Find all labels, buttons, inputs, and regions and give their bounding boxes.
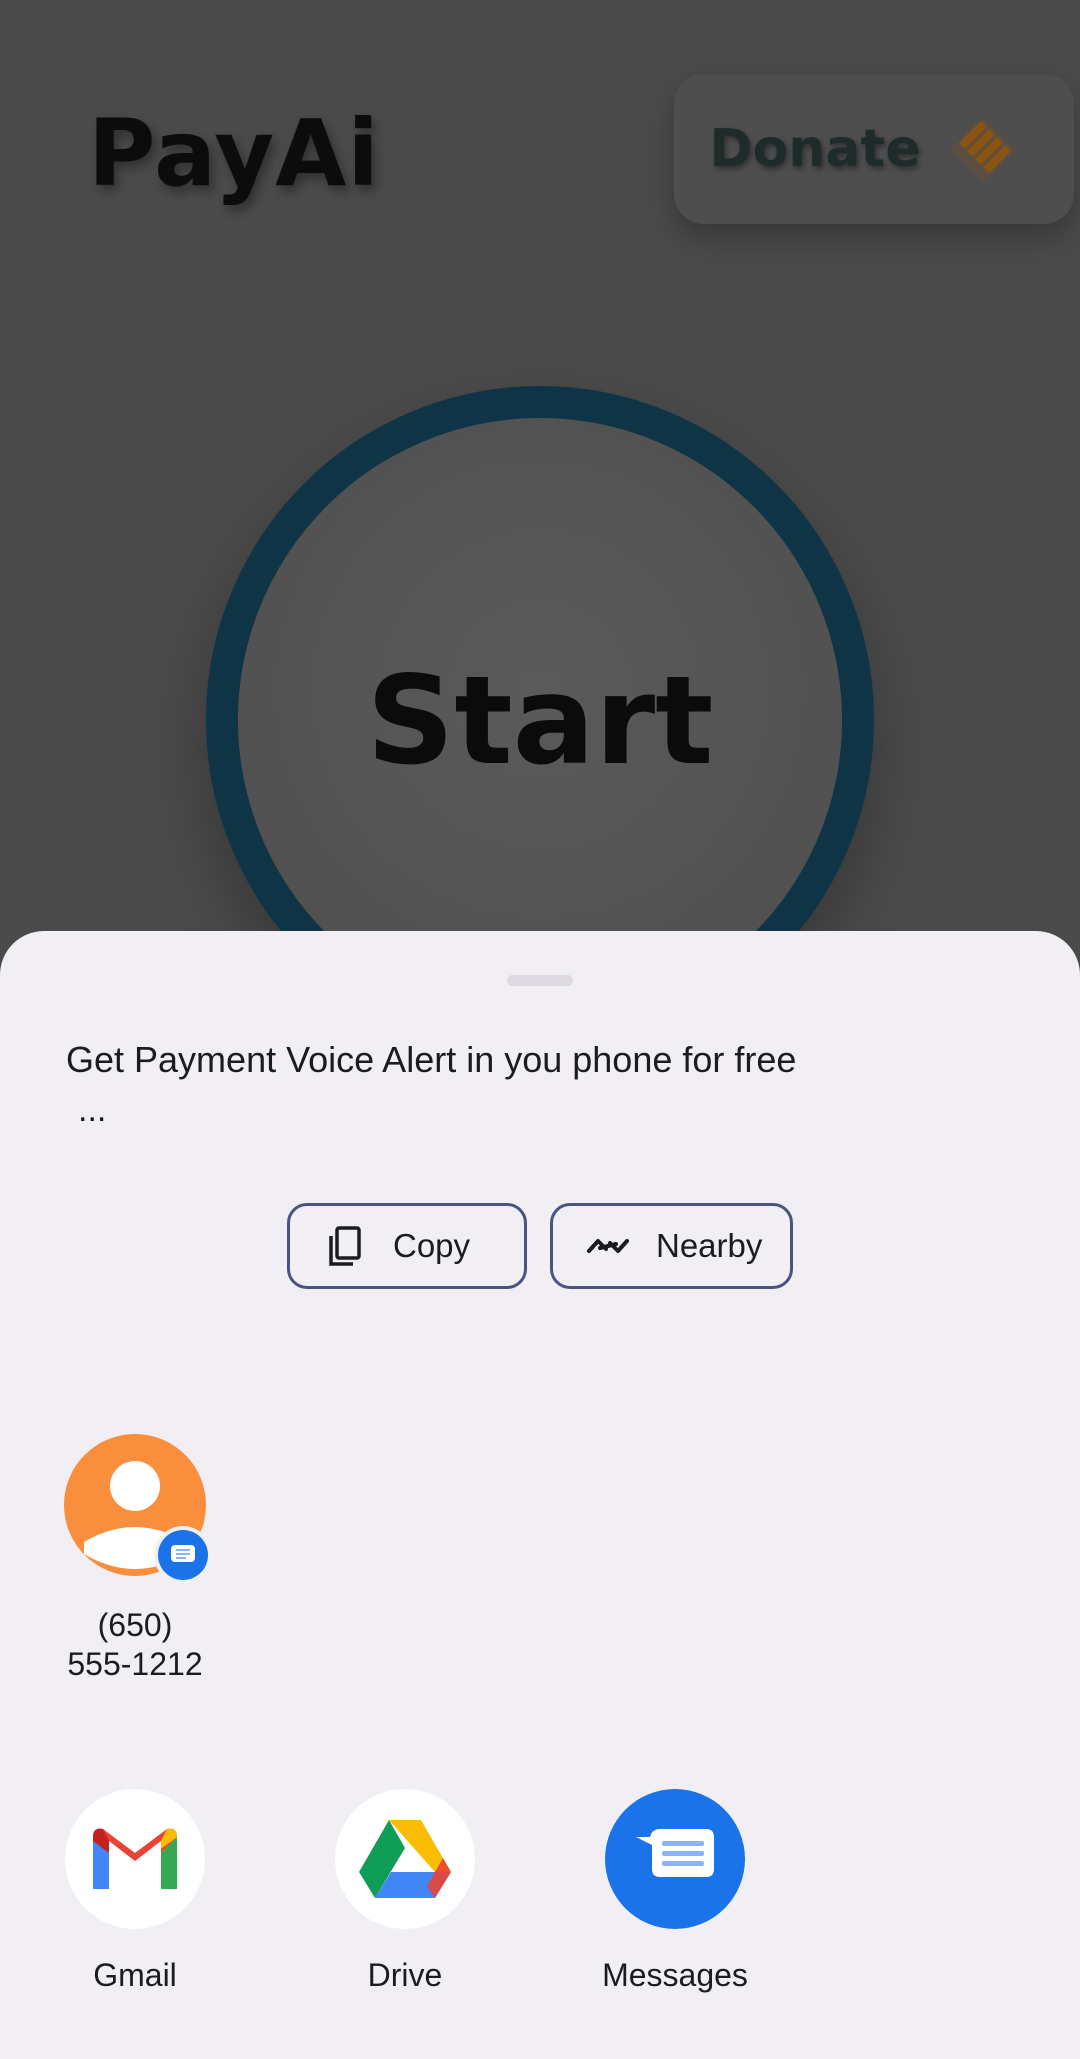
app-title: PayAi <box>88 100 380 207</box>
messages-label: Messages <box>602 1957 748 1993</box>
share-target-messages[interactable]: Messages <box>575 1789 775 1994</box>
handshake-icon <box>950 117 1015 181</box>
donate-button[interactable]: Donate <box>674 74 1074 224</box>
nearby-share-button[interactable]: Nearby <box>550 1203 793 1289</box>
nearby-share-icon <box>587 1239 629 1253</box>
drive-label: Drive <box>367 1957 443 1993</box>
messages-badge-icon <box>171 1545 195 1562</box>
gmail-icon <box>65 1789 205 1929</box>
contact-name-line1: (650) <box>97 1607 173 1643</box>
share-target-gmail[interactable]: Gmail <box>35 1789 235 1994</box>
nearby-label: Nearby <box>656 1227 763 1264</box>
donate-label: Donate <box>709 119 921 179</box>
share-sheet: Get Payment Voice Alert in you phone for… <box>0 931 1080 2059</box>
messages-badge <box>154 1526 212 1584</box>
start-label: Start <box>366 650 714 792</box>
drag-handle[interactable] <box>507 975 573 986</box>
contact-name-line2: 555-1212 <box>67 1646 203 1682</box>
share-preview-text: Get Payment Voice Alert in you phone for… <box>66 1039 797 1080</box>
share-preview-ellipsis: ... <box>78 1091 107 1129</box>
drive-icon <box>335 1789 475 1929</box>
share-target-drive[interactable]: Drive <box>305 1789 505 1994</box>
messages-icon <box>605 1789 745 1929</box>
copy-label: Copy <box>393 1227 471 1264</box>
contact-name: (650) 555-1212 <box>34 1606 236 1684</box>
gmail-label: Gmail <box>93 1957 177 1993</box>
copy-icon <box>329 1226 361 1266</box>
copy-button[interactable]: Copy <box>287 1203 527 1289</box>
